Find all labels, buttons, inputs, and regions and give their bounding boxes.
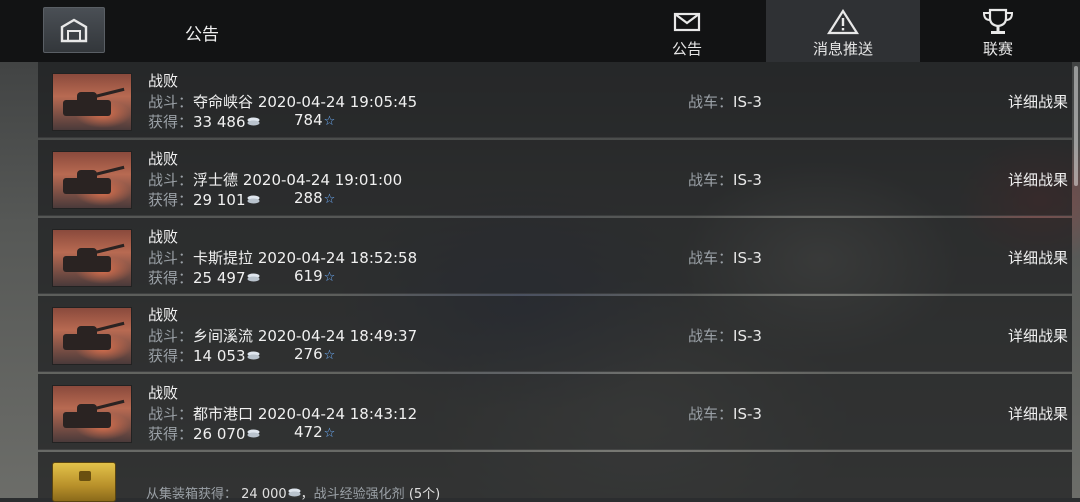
battle-result: 战败 <box>148 150 179 168</box>
detail-results-button[interactable]: 详细战果 <box>1008 247 1068 268</box>
battle-label: 战斗： <box>148 249 194 267</box>
tank-label: 战车： <box>688 327 734 345</box>
envelope-icon <box>673 12 701 32</box>
xp-star-icon: ☆ <box>323 426 336 441</box>
tank-label: 战车： <box>688 93 734 111</box>
tab-league[interactable]: 联赛 <box>921 0 1075 62</box>
credits-value: 26 070 <box>193 425 246 443</box>
earned-label: 获得： <box>148 425 194 443</box>
detail-results-button[interactable]: 详细战果 <box>1008 325 1068 346</box>
battle-result: 战败 <box>148 384 179 402</box>
battle-label: 战斗： <box>148 171 194 189</box>
garage-home-button[interactable] <box>43 7 105 53</box>
xp-value: 472 <box>294 423 323 441</box>
xp-value: 276 <box>294 345 323 363</box>
credits-icon <box>247 273 260 282</box>
list-item[interactable]: 战败 战斗：卡斯提拉 2020-04-24 18:52:58 获得：25 497… <box>38 218 1072 294</box>
battle-thumbnail <box>52 151 132 209</box>
xp-value: 619 <box>294 267 323 285</box>
page-title: 公告 <box>185 25 219 45</box>
earned-label: 获得： <box>148 269 194 287</box>
tab-message-push-label: 消息推送 <box>812 40 873 58</box>
tab-announcements[interactable]: 公告 <box>610 0 764 62</box>
list-item[interactable]: 战败 战斗：都市港口 2020-04-24 18:43:12 获得：26 070… <box>38 374 1072 450</box>
credits-value: 29 101 <box>193 191 246 209</box>
tank-name: IS-3 <box>733 171 762 189</box>
earned-label: 获得： <box>148 113 194 131</box>
credits-icon <box>247 195 260 204</box>
container-crate-icon <box>52 462 116 502</box>
battle-map: 都市港口 <box>193 405 254 423</box>
tank-name: IS-3 <box>733 405 762 423</box>
tab-league-label: 联赛 <box>982 40 1013 58</box>
battle-thumbnail <box>52 73 132 131</box>
battle-datetime: 2020-04-24 18:49:37 <box>257 327 418 345</box>
xp-star-icon: ☆ <box>323 192 336 207</box>
container-credits: 24 000 <box>241 487 287 502</box>
list-item[interactable]: 战败 战斗：夺命峡谷 2020-04-24 19:05:45 获得：33 486… <box>38 62 1072 138</box>
credits-icon <box>247 351 260 360</box>
container-separator: ， <box>300 487 314 502</box>
list-item[interactable]: 战败 战斗：浮士德 2020-04-24 19:01:00 获得：29 101 … <box>38 140 1072 216</box>
battle-result: 战败 <box>148 306 179 324</box>
credits-icon <box>247 117 260 126</box>
tank-name: IS-3 <box>733 327 762 345</box>
trophy-icon <box>982 8 1014 34</box>
battle-thumbnail <box>52 307 132 365</box>
credits-icon <box>247 429 260 438</box>
battle-results-list[interactable]: 战败 战斗：夺命峡谷 2020-04-24 19:05:45 获得：33 486… <box>38 62 1072 498</box>
battle-datetime: 2020-04-24 19:01:00 <box>242 171 403 189</box>
credits-icon <box>288 488 301 497</box>
tank-label: 战车： <box>688 405 734 423</box>
xp-star-icon: ☆ <box>323 114 336 129</box>
earned-label: 获得： <box>148 347 194 365</box>
container-item: 战斗经验强化剂 <box>313 487 405 502</box>
detail-results-button[interactable]: 详细战果 <box>1008 403 1068 424</box>
battle-datetime: 2020-04-24 19:05:45 <box>257 93 418 111</box>
detail-results-button[interactable]: 详细战果 <box>1008 169 1068 190</box>
xp-star-icon: ☆ <box>323 348 336 363</box>
container-prefix: 从集装箱获得： <box>146 487 238 502</box>
detail-results-button[interactable]: 详细战果 <box>1008 91 1068 112</box>
credits-value: 33 486 <box>193 113 246 131</box>
credits-value: 25 497 <box>193 269 246 287</box>
battle-thumbnail <box>52 385 132 443</box>
warning-icon <box>827 9 859 35</box>
battle-datetime: 2020-04-24 18:43:12 <box>257 405 418 423</box>
tab-message-push[interactable]: 消息推送 <box>766 0 920 62</box>
xp-value: 784 <box>294 111 323 129</box>
battle-datetime: 2020-04-24 18:52:58 <box>257 249 418 267</box>
battle-map: 夺命峡谷 <box>193 93 254 111</box>
list-item-container-reward[interactable]: 从集装箱获得： 24 000 ，战斗经验强化剂 (5个) <box>38 452 1072 502</box>
scrollbar[interactable] <box>1074 66 1078 186</box>
battle-map: 浮士德 <box>193 171 239 189</box>
container-item-count: (5个) <box>408 487 441 502</box>
credits-value: 14 053 <box>193 347 246 365</box>
tank-label: 战车： <box>688 171 734 189</box>
battle-label: 战斗： <box>148 93 194 111</box>
battle-map: 乡间溪流 <box>193 327 254 345</box>
battle-label: 战斗： <box>148 327 194 345</box>
earned-label: 获得： <box>148 191 194 209</box>
battle-result: 战败 <box>148 228 179 246</box>
battle-thumbnail <box>52 229 132 287</box>
garage-icon <box>60 18 88 43</box>
battle-map: 卡斯提拉 <box>193 249 254 267</box>
tab-announcements-label: 公告 <box>671 40 702 58</box>
xp-star-icon: ☆ <box>323 270 336 285</box>
tank-name: IS-3 <box>733 249 762 267</box>
top-bar: 公告 公告 消息推送 联赛 <box>0 0 1080 62</box>
battle-label: 战斗： <box>148 405 194 423</box>
tank-name: IS-3 <box>733 93 762 111</box>
xp-value: 288 <box>294 189 323 207</box>
battle-result: 战败 <box>148 72 179 90</box>
list-item[interactable]: 战败 战斗：乡间溪流 2020-04-24 18:49:37 获得：14 053… <box>38 296 1072 372</box>
tank-label: 战车： <box>688 249 734 267</box>
